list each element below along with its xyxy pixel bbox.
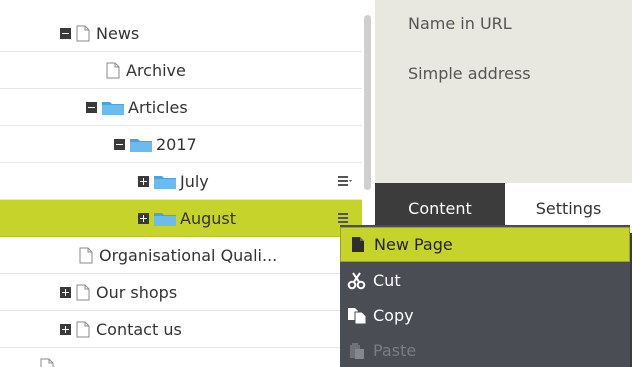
expand-icon[interactable] xyxy=(138,175,149,187)
tree-row-partial[interactable] xyxy=(0,348,362,367)
folder-icon xyxy=(130,138,152,152)
menu-item-paste[interactable]: Paste xyxy=(340,333,630,367)
page-icon xyxy=(79,247,93,263)
tree-node-label: Contact us xyxy=(96,319,182,339)
tree-node-news[interactable]: News xyxy=(60,15,139,51)
name-in-url-label: Name in URL xyxy=(408,14,512,33)
expand-icon[interactable] xyxy=(138,212,149,224)
page-tree: News Archive Articles 2017 July August O… xyxy=(0,0,362,367)
scrollbar-thumb[interactable] xyxy=(364,15,371,190)
folder-icon xyxy=(154,175,176,189)
tree-node-contact-us[interactable]: Contact us xyxy=(60,311,182,347)
collapse-icon[interactable] xyxy=(114,138,125,150)
folder-icon xyxy=(154,212,176,226)
menu-item-label: New Page xyxy=(374,235,453,254)
tree-node-label: Archive xyxy=(126,60,186,80)
collapse-icon[interactable] xyxy=(60,27,71,39)
menu-item-label: Copy xyxy=(373,306,414,325)
tree-node-july[interactable]: July xyxy=(138,163,209,199)
tree-node-label: Our shops xyxy=(96,282,178,302)
tree-row-contact-us[interactable]: Contact us xyxy=(0,311,362,348)
page-icon xyxy=(76,321,90,337)
tree-node-label: 2017 xyxy=(156,134,197,154)
tree-row-news[interactable]: News xyxy=(0,15,362,52)
folder-icon xyxy=(102,101,124,115)
tree-node-august[interactable]: August xyxy=(138,200,236,236)
tree-row-july[interactable]: July xyxy=(0,163,362,200)
page-icon xyxy=(76,25,90,41)
copy-icon xyxy=(344,307,370,325)
scissors-icon xyxy=(344,271,370,290)
expand-icon[interactable] xyxy=(60,286,71,298)
page-icon xyxy=(40,358,54,367)
tree-node-archive[interactable]: Archive xyxy=(106,52,186,88)
tree-node-our-shops[interactable]: Our shops xyxy=(60,274,177,310)
tree-node-label: Articles xyxy=(128,97,188,117)
context-menu-icon[interactable] xyxy=(338,211,352,225)
menu-item-new-page[interactable]: New Page xyxy=(340,227,630,262)
tree-row-organisational-quality[interactable]: Organisational Quali... xyxy=(0,237,362,274)
tree-row-archive[interactable]: Archive xyxy=(0,52,362,89)
new-page-icon xyxy=(345,236,371,253)
tree-node-label: News xyxy=(96,23,140,43)
tree-row-2017[interactable]: 2017 xyxy=(0,126,362,163)
tree-node-articles[interactable]: Articles xyxy=(86,89,188,125)
tree-node-2017[interactable]: 2017 xyxy=(114,126,197,162)
collapse-icon[interactable] xyxy=(86,101,97,113)
page-icon xyxy=(76,284,90,300)
tree-node-partial xyxy=(40,348,60,367)
tree-node-label: Organisational Quali... xyxy=(99,245,278,265)
context-menu: New Page Cut Copy Paste xyxy=(340,225,630,367)
properties-panel: Name in URL Simple address xyxy=(375,0,632,183)
paste-icon xyxy=(344,342,370,360)
menu-item-copy[interactable]: Copy xyxy=(340,298,630,333)
menu-item-label: Cut xyxy=(373,271,401,290)
tree-row-our-shops[interactable]: Our shops xyxy=(0,274,362,311)
tree-node-label: July xyxy=(180,171,209,191)
expand-icon[interactable] xyxy=(60,323,71,335)
menu-item-label: Paste xyxy=(373,341,417,360)
page-icon xyxy=(106,62,120,78)
tree-row-articles[interactable]: Articles xyxy=(0,89,362,126)
menu-item-cut[interactable]: Cut xyxy=(340,263,630,298)
simple-address-label: Simple address xyxy=(408,64,531,83)
context-menu-icon[interactable] xyxy=(338,174,352,188)
tree-node-organisational-quality[interactable]: Organisational Quali... xyxy=(79,237,277,273)
tree-row-august[interactable]: August xyxy=(0,200,362,237)
tree-node-label: August xyxy=(180,208,236,228)
